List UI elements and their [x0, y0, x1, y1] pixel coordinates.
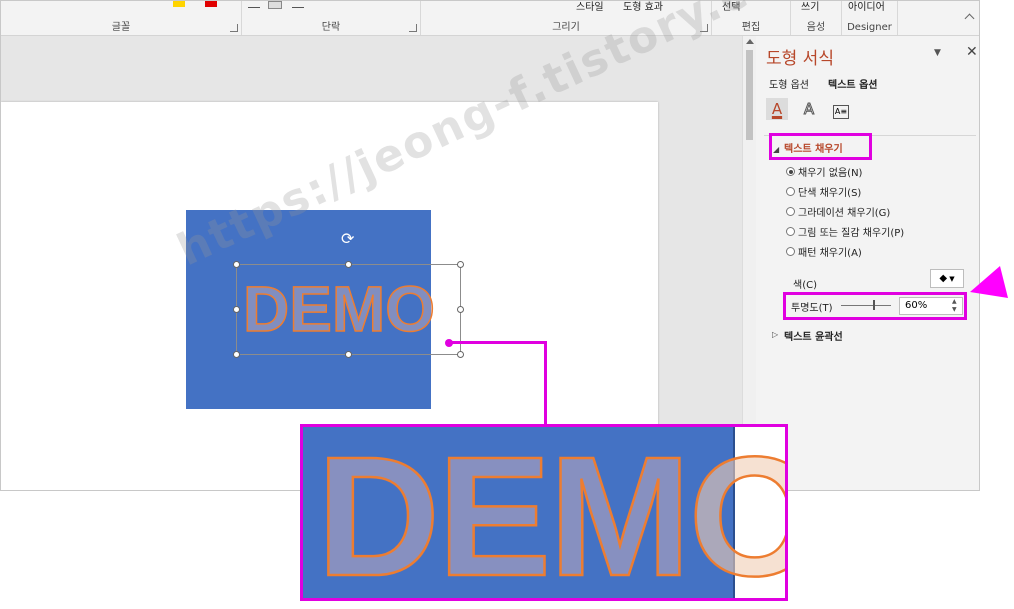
resize-handle-tl[interactable]: [233, 261, 240, 268]
radio-solid-fill[interactable]: [786, 187, 795, 196]
align-left-icon[interactable]: [248, 1, 260, 8]
design-ideas-button[interactable]: 아이디어: [848, 1, 885, 13]
drawing-group: 스타일 도형 효과 그리기: [421, 1, 712, 35]
color-label: 색(C): [793, 280, 817, 291]
highlight-color-icon[interactable]: [173, 1, 185, 7]
resize-handle-bl[interactable]: [233, 351, 240, 358]
resize-handle-l[interactable]: [233, 306, 240, 313]
resize-handle-br[interactable]: [457, 351, 464, 358]
designer-group-label: Designer: [847, 22, 892, 33]
rotate-handle-icon[interactable]: ⟳: [341, 229, 354, 248]
tab-text-options[interactable]: 텍스트 옵션: [828, 76, 877, 91]
highlight-text-fill: [769, 133, 872, 160]
drawing-group-label: 그리기: [552, 22, 580, 33]
zoom-demo-o: O: [688, 427, 785, 598]
editing-group: 선택 편집: [712, 1, 791, 35]
paragraph-dialog-launcher-icon[interactable]: [409, 24, 417, 32]
text-effects-icon[interactable]: A: [798, 98, 820, 120]
radio-pattern-fill[interactable]: [786, 247, 795, 256]
zoom-demo-text: DEMO: [316, 431, 785, 598]
voice-group: 쓰기 음성: [791, 1, 842, 35]
radio-label-picture-fill: 그림 또는 질감 채우기(P): [798, 228, 905, 239]
tab-shape-options[interactable]: 도형 옵션: [769, 76, 809, 91]
connector-line-h: [452, 341, 547, 344]
select-button[interactable]: 선택: [722, 1, 740, 13]
highlight-transparency: [783, 292, 967, 320]
dictate-button[interactable]: 쓰기: [801, 1, 819, 13]
paragraph-group-label: 단락: [321, 22, 341, 33]
radio-gradient-fill[interactable]: [786, 207, 795, 216]
align-right-icon[interactable]: [292, 1, 304, 8]
font-group-label: 글꼴: [111, 22, 131, 33]
format-shape-pane: 도형 서식 ▼ ✕ 도형 옵션 텍스트 옵션 A A A≡ ◢ 텍스트 채우기 …: [756, 36, 979, 490]
expand-text-outline-icon[interactable]: ▷: [772, 330, 778, 339]
collapse-ribbon-icon[interactable]: [964, 13, 975, 24]
textbox-icon[interactable]: A≡: [830, 98, 852, 120]
close-icon[interactable]: ✕: [966, 44, 978, 60]
radio-picture-fill[interactable]: [786, 227, 795, 236]
resize-handle-b[interactable]: [345, 351, 352, 358]
radio-no-fill[interactable]: [786, 167, 795, 176]
vertical-scrollbar[interactable]: [742, 36, 757, 490]
scroll-thumb[interactable]: [746, 50, 753, 140]
paint-bucket-icon: ◆: [939, 273, 948, 284]
ribbon: 글꼴 단락 스타일 도형 효과 그리기 선택 편집 쓰기 음성 아이디어 Des…: [1, 1, 979, 36]
font-dialog-launcher-icon[interactable]: [230, 24, 238, 32]
scroll-up-icon[interactable]: [746, 39, 754, 44]
editing-group-label: 편집: [741, 22, 761, 33]
zoom-demo-letters: DEM: [316, 424, 692, 601]
resize-handle-t[interactable]: [345, 261, 352, 268]
pane-options-icon[interactable]: ▼: [934, 48, 941, 58]
font-color-icon[interactable]: [205, 1, 217, 7]
resize-handle-tr[interactable]: [457, 261, 464, 268]
text-outline-section-header[interactable]: 텍스트 윤곽선: [784, 328, 843, 343]
connector-line-v: [544, 341, 547, 425]
font-group: 글꼴: [1, 1, 242, 35]
designer-group: 아이디어 Designer: [842, 1, 898, 35]
quick-styles-button[interactable]: 스타일: [576, 1, 604, 13]
paragraph-group: 단락: [242, 1, 421, 35]
chevron-down-icon: ▼: [947, 275, 955, 283]
radio-label-no-fill: 채우기 없음(N): [798, 168, 863, 179]
pointer-arrow-icon: [970, 266, 1008, 298]
pane-title: 도형 서식: [766, 49, 834, 69]
fill-color-dropdown[interactable]: ◆ ▼: [930, 269, 964, 288]
selected-textbox[interactable]: [236, 264, 461, 355]
powerpoint-window: 글꼴 단락 스타일 도형 효과 그리기 선택 편집 쓰기 음성 아이디어 Des…: [0, 0, 980, 491]
zoom-inset: DEMO: [300, 424, 788, 601]
voice-group-label: 음성: [806, 22, 826, 33]
shape-effects-button[interactable]: 도형 효과: [623, 1, 663, 13]
radio-label-gradient-fill: 그라데이션 채우기(G): [798, 208, 891, 219]
drawing-dialog-launcher-icon[interactable]: [700, 24, 708, 32]
align-center-icon[interactable]: [268, 1, 282, 9]
text-fill-outline-icon[interactable]: A: [766, 98, 788, 120]
radio-label-solid-fill: 단색 채우기(S): [798, 188, 862, 199]
resize-handle-r[interactable]: [457, 306, 464, 313]
radio-label-pattern-fill: 패턴 채우기(A): [798, 248, 862, 259]
